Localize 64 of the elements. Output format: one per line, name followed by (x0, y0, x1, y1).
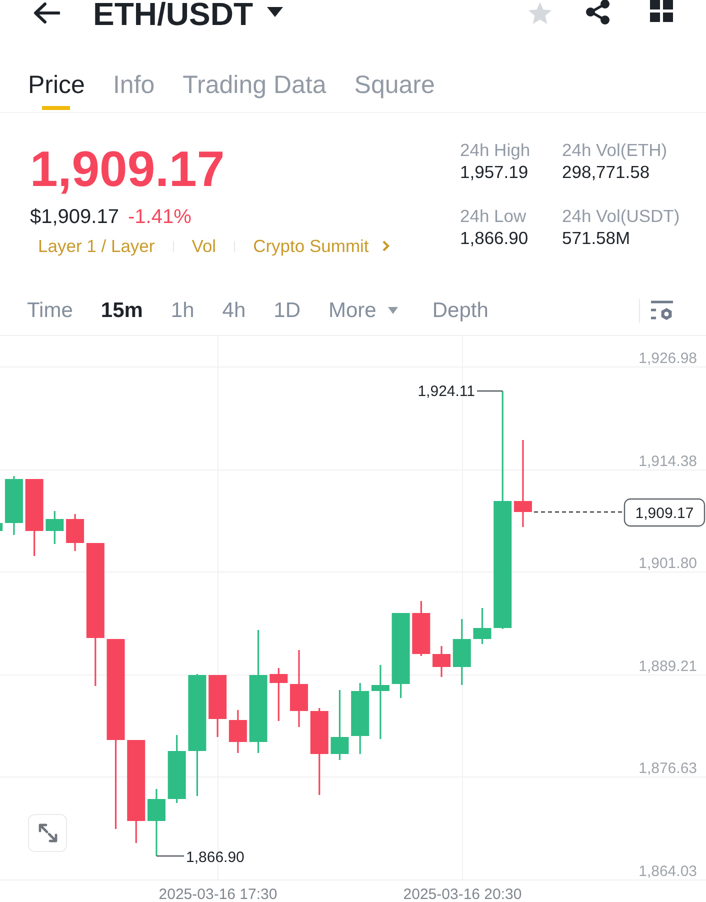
back-arrow-icon[interactable] (32, 2, 60, 24)
low-price-label: 1,866.90 (186, 849, 244, 866)
candlestick (66, 514, 84, 551)
price-axis-label: 1,864.03 (638, 863, 697, 880)
price-axis-label: 1,914.38 (638, 453, 697, 470)
interval-tab[interactable]: 1D (274, 296, 300, 324)
page-tab[interactable]: Info (112, 50, 155, 112)
leader-line (156, 855, 184, 857)
candlestick (452, 619, 471, 685)
candlestick (228, 710, 247, 753)
candlestick (168, 735, 186, 803)
last-price-tag: 1,909.17 (624, 498, 706, 527)
interval-tab[interactable]: 15m (100, 296, 143, 324)
tag-link[interactable]: Layer 1 / Layer (38, 236, 155, 256)
candlestick (351, 683, 370, 754)
interval-tab[interactable]: More (328, 296, 404, 324)
expand-button[interactable] (28, 814, 67, 852)
interval-tab[interactable]: 4h (222, 296, 246, 324)
stat-label: 24h Low (460, 205, 528, 227)
expand-icon (36, 822, 58, 844)
star-icon[interactable] (528, 2, 552, 24)
interval-tab[interactable]: Time (27, 296, 73, 324)
fiat-price: $1,909.17 (30, 205, 119, 229)
tag-link[interactable]: Crypto Summit (253, 236, 369, 256)
high-price-label: 1,924.11 (418, 383, 475, 400)
page-tab[interactable]: Trading Data (182, 50, 326, 112)
page-tab[interactable]: Square (354, 50, 435, 112)
grid-icon[interactable] (650, 0, 673, 22)
price-change: -1.41% (128, 205, 192, 229)
candlestick (147, 789, 166, 856)
tag-link[interactable]: Vol (192, 236, 216, 256)
candlestick (473, 608, 492, 644)
candlestick (432, 646, 451, 677)
chevron-right-icon[interactable] (382, 240, 390, 252)
caret-down-icon (388, 307, 398, 314)
stat-value: 1,866.90 (460, 227, 530, 249)
price-axis-label: 1,889.21 (638, 658, 697, 675)
candlestick (270, 668, 288, 721)
page-tab[interactable]: Price (28, 50, 85, 112)
candlestick (0, 523, 3, 531)
stat-label: 24h Vol(ETH) (562, 139, 668, 161)
share-icon[interactable] (585, 0, 611, 25)
stat-value: 1,957.19 (460, 161, 530, 183)
interval-tab[interactable]: 1h (170, 296, 194, 324)
candlestick (330, 690, 349, 760)
last-price: 1,909.17 (30, 141, 226, 197)
leader-line (477, 390, 503, 392)
interval-tab[interactable]: Depth (432, 296, 488, 324)
stat-value: 298,771.58 (562, 161, 651, 183)
pair-selector[interactable]: ETH/USDT (93, 0, 283, 28)
candlestick (208, 675, 227, 737)
price-axis-label: 1,901.80 (638, 555, 697, 572)
time-axis-label: 2025-03-16 20:30 (403, 886, 522, 901)
stat-label: 24h Vol(USDT) (562, 205, 681, 227)
stat-value: 571.58M (562, 227, 632, 249)
settings-icon[interactable] (650, 300, 674, 321)
candlestick (46, 511, 64, 544)
caret-down-icon (267, 7, 283, 17)
time-axis-label: 2025-03-16 17:30 (158, 886, 278, 901)
price-axis-label: 1,876.63 (638, 760, 697, 777)
candlestick (412, 601, 430, 656)
stat-label: 24h High (460, 139, 532, 161)
price-axis-label: 1,926.98 (638, 350, 697, 367)
candlestick (4, 476, 23, 535)
